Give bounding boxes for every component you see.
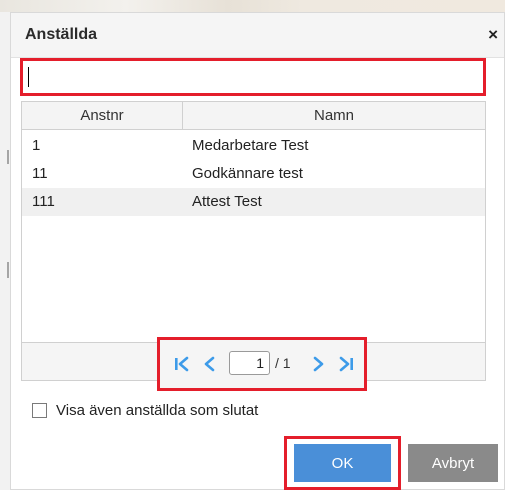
prev-page-icon[interactable] bbox=[200, 354, 220, 374]
cell-namn: Medarbetare Test bbox=[192, 137, 309, 154]
close-icon[interactable]: × bbox=[488, 25, 498, 45]
background-mark bbox=[7, 262, 9, 278]
page-total: / 1 bbox=[275, 355, 291, 371]
cell-anstnr: 1 bbox=[32, 137, 41, 154]
pager: / 1 bbox=[160, 340, 364, 388]
search-input[interactable] bbox=[25, 63, 481, 91]
table-row[interactable]: 111 Attest Test bbox=[22, 188, 485, 216]
page-number-input[interactable] bbox=[229, 351, 270, 375]
next-page-icon[interactable] bbox=[308, 354, 328, 374]
search-input-highlight bbox=[20, 58, 486, 96]
cell-anstnr: 11 bbox=[32, 165, 48, 182]
show-terminated-label[interactable]: Visa även anställda som slutat bbox=[56, 402, 258, 419]
pager-highlight: / 1 bbox=[157, 337, 367, 391]
grid-header: Anstnr Namn bbox=[22, 102, 485, 130]
cancel-button[interactable]: Avbryt bbox=[408, 444, 498, 482]
page: Anställda × Anstnr Namn 1 Medarbetare Te… bbox=[0, 0, 505, 490]
last-page-icon[interactable] bbox=[336, 354, 356, 374]
show-terminated-checkbox[interactable] bbox=[32, 403, 47, 418]
ok-button[interactable]: OK bbox=[294, 444, 391, 482]
background-mark bbox=[7, 150, 9, 164]
text-caret bbox=[28, 67, 29, 87]
background-left-strip bbox=[0, 12, 10, 490]
first-page-icon[interactable] bbox=[172, 354, 192, 374]
column-header-namn[interactable]: Namn bbox=[183, 107, 485, 124]
background-strip bbox=[0, 0, 505, 12]
table-row[interactable]: 11 Godkännare test bbox=[22, 160, 485, 188]
dialog-titlebar: Anställda × bbox=[11, 13, 504, 58]
grid-rows: 1 Medarbetare Test 11 Godkännare test 11… bbox=[22, 132, 485, 216]
cell-namn: Attest Test bbox=[192, 193, 262, 210]
table-row[interactable]: 1 Medarbetare Test bbox=[22, 132, 485, 160]
column-header-anstnr[interactable]: Anstnr bbox=[22, 107, 182, 124]
cell-anstnr: 111 bbox=[32, 193, 55, 210]
dialog-title: Anställda bbox=[25, 26, 98, 43]
cell-namn: Godkännare test bbox=[192, 165, 303, 182]
